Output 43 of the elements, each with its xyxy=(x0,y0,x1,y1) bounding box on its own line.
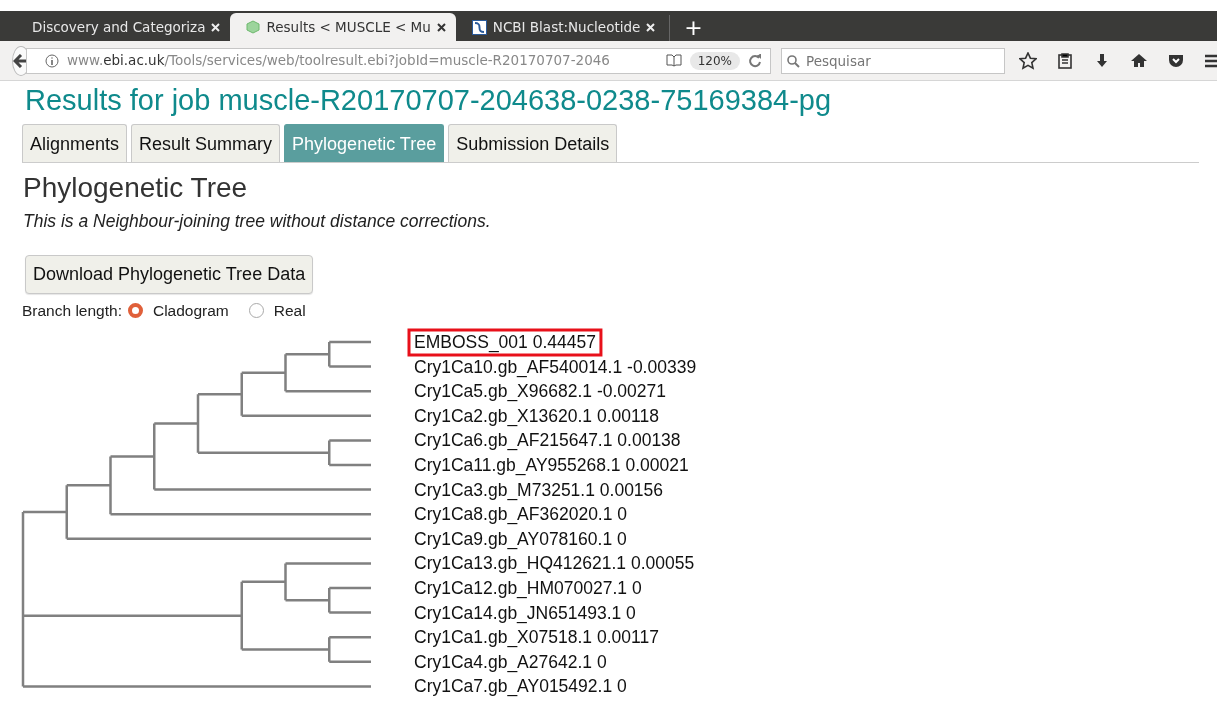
leaf-label: Cry1Ca14.gb_JN651493.1 0 xyxy=(414,602,636,623)
clipboard-icon[interactable] xyxy=(1056,51,1074,70)
leaf-label: Cry1Ca8.gb_AF362020.1 0 xyxy=(414,504,628,525)
leaf-label: Cry1Ca10.gb_AF540014.1 -0.00339 xyxy=(414,356,697,377)
browser-tab[interactable]: NCBI Blast:Nucleotide xyxy=(455,13,666,41)
page-heading: Results for job muscle-R20170707-204638-0238-75169384-pg xyxy=(25,83,833,118)
leaf-label: Cry1Ca9.gb_AY078160.1 0 xyxy=(414,528,627,549)
browser-tab[interactable]: Results < MUSCLE < Mu xyxy=(230,13,456,41)
dna-icon xyxy=(471,19,487,35)
reload-icon[interactable] xyxy=(748,53,762,68)
book-icon[interactable] xyxy=(665,54,682,67)
leaf-label: Cry1Ca3.gb_M73251.1 0.00156 xyxy=(414,479,664,500)
address-bar[interactable]: www.ebi.ac.uk/Tools/services/web/toolresult.ebi?jobId=muscle-R20170707-2046 120% xyxy=(26,47,771,74)
page-tab[interactable]: Alignments xyxy=(22,123,128,162)
leaf-label: Cry1Ca13.gb_HQ412621.1 0.00055 xyxy=(414,553,695,574)
leaf-label: Cry1Ca5.gb_X96682.1 -0.00271 xyxy=(414,381,666,402)
leaf-label: Cry1Ca6.gb_AF215647.1 0.00138 xyxy=(414,430,681,451)
radio-label[interactable]: Cladogram xyxy=(152,298,229,322)
info-icon[interactable] xyxy=(45,53,59,68)
page-tab[interactable]: Submission Details xyxy=(448,123,618,162)
close-icon[interactable] xyxy=(436,22,446,32)
radio-button[interactable] xyxy=(248,302,264,318)
arrow-left-icon xyxy=(13,53,29,68)
leaf-label: EMBOSS_001 0.44457 xyxy=(414,331,596,352)
home-icon[interactable] xyxy=(1130,51,1148,70)
page-tab[interactable]: Result Summary xyxy=(131,123,281,162)
browser-tab[interactable]: Discovery and Categoriza xyxy=(16,13,231,41)
leaf-label: Cry1Ca12.gb_HM070027.1 0 xyxy=(414,577,642,598)
leaf-label: Cry1Ca4.gb_A27642.1 0 xyxy=(414,651,607,672)
leaf-label: Cry1Ca2.gb_X13620.1 0.00118 xyxy=(414,405,659,426)
branch-length-label: Branch length: xyxy=(22,300,122,321)
zoom-level[interactable]: 120% xyxy=(689,51,740,70)
star-icon[interactable] xyxy=(1019,51,1037,70)
download-button[interactable]: Download Phylogenetic Tree Data xyxy=(25,254,314,294)
leaf-label: Cry1Ca11.gb_AY955268.1 0.00021 xyxy=(414,454,689,475)
radio-label[interactable]: Real xyxy=(273,298,306,322)
search-field[interactable]: Pesquisar xyxy=(781,47,1005,74)
radio-button[interactable] xyxy=(127,302,143,318)
hexagon-icon xyxy=(246,20,261,34)
leaf-label: Cry1Ca1.gb_X07518.1 0.00117 xyxy=(414,627,659,648)
section-title: Phylogenetic Tree xyxy=(23,170,249,205)
description: This is a Neighbour-joining tree without distance corrections. xyxy=(23,210,492,234)
leaf-label: Cry1Ca7.gb_AY015492.1 0 xyxy=(414,676,627,697)
